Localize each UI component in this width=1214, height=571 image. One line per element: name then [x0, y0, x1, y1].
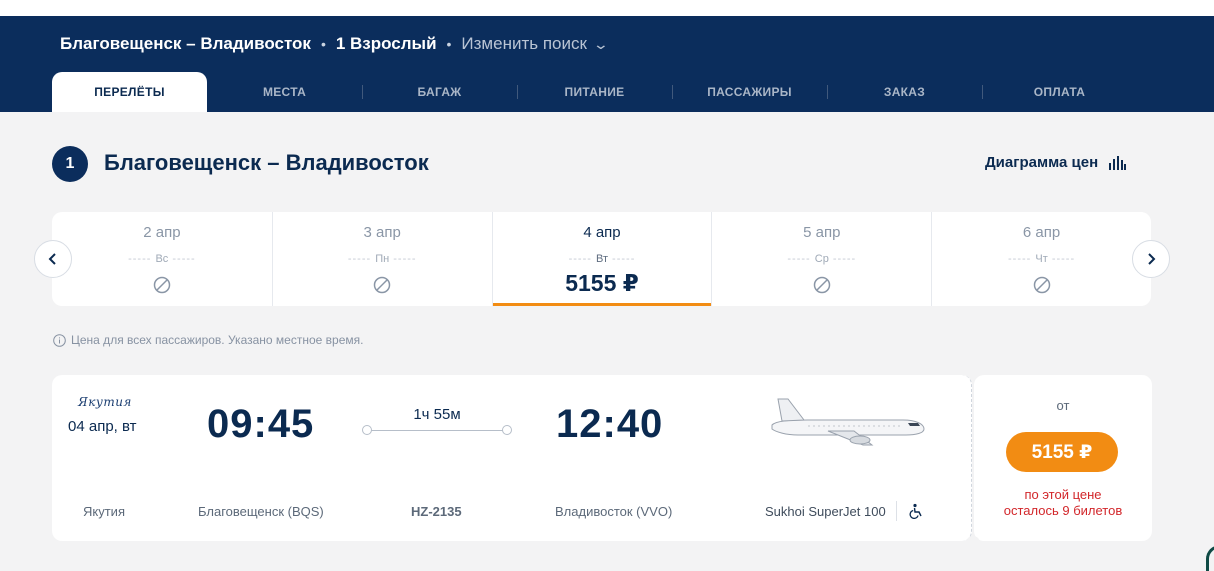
destination-airport: Владивосток (VVO) [555, 504, 673, 519]
tab-label: ПЕРЕЛЁТЫ [94, 85, 165, 99]
weekday-label: Вс [155, 253, 169, 265]
weekday-row: ----- Вс ----- [52, 253, 272, 265]
search-route: Благовещенск – Владивосток [60, 34, 311, 53]
airline-logo: Якутия [78, 395, 132, 409]
route-start-dot [362, 425, 372, 435]
date-label: 5 апр [803, 224, 841, 241]
tab-label: ЗАКАЗ [883, 85, 926, 99]
dash-left: ----- [347, 253, 376, 265]
next-dates-button[interactable] [1132, 240, 1170, 278]
departure-time: 09:45 [207, 402, 315, 446]
dash-right: ----- [608, 253, 636, 265]
tab-order[interactable]: ЗАКАЗ [827, 72, 983, 112]
header: Благовещенск – Владивосток • 1 Взрослый … [0, 16, 1214, 112]
change-search-link[interactable]: Изменить поиск [461, 34, 587, 54]
chat-widget-edge[interactable] [1206, 545, 1214, 571]
date-label: 6 апр [1022, 224, 1061, 241]
dash-right: ----- [389, 253, 417, 265]
weekday-label: Чт [1035, 253, 1048, 265]
price-note-line: осталось 9 билетов [1003, 503, 1123, 518]
date-option[interactable]: 6 апр ----- Чт ----- [931, 212, 1151, 306]
tab-label: МЕСТА [262, 85, 307, 99]
dash-left: ----- [568, 253, 596, 265]
arrival-time: 12:40 [556, 402, 664, 446]
no-flights-icon [1033, 276, 1050, 294]
dash-right: ----- [168, 253, 196, 265]
origin-airport: Благовещенск (BQS) [198, 504, 324, 519]
step-number-badge: 1 [52, 146, 88, 182]
dash-right: ----- [1047, 253, 1076, 265]
date-option-selected[interactable]: 4 апр ----- Вт ----- 5155 ₽ [491, 212, 712, 306]
date-label: 2 апр [143, 224, 181, 241]
weekday-label: Пн [375, 253, 390, 265]
tab-flights[interactable]: ПЕРЕЛЁТЫ [52, 72, 207, 112]
dash-left: ----- [128, 253, 156, 265]
tab-label: БАГАЖ [417, 85, 462, 99]
previous-dates-button[interactable] [34, 240, 72, 278]
seats-left-warning: по этой цене осталось 9 билетов [974, 487, 1152, 519]
page-title: Благовещенск – Владивосток [104, 150, 429, 175]
aircraft-image [771, 398, 925, 446]
tab-label: ПИТАНИЕ [564, 85, 625, 99]
dash-right: ----- [828, 253, 857, 265]
flight-number: HZ-2135 [411, 504, 462, 519]
date-price: 5155 ₽ [565, 270, 639, 296]
chevron-left-icon [48, 253, 56, 265]
weekday-label: Ср [814, 253, 829, 265]
ticket-notch [966, 536, 980, 546]
divider [896, 501, 897, 521]
tab-payment[interactable]: ОПЛАТА [982, 72, 1137, 112]
select-flight-price-button[interactable]: 5155 ₽ [1006, 432, 1118, 472]
price-chart-button[interactable]: Диаграмма цен [985, 154, 1127, 171]
date-label: 3 апр [363, 224, 401, 241]
weekday-label: Вт [595, 253, 608, 265]
price-chart-label: Диаграмма цен [985, 154, 1099, 171]
weekday-row: ----- Ср ----- [712, 253, 931, 265]
date-option[interactable]: 3 апр ----- Пн ----- [271, 212, 492, 306]
booking-steps-tabs: ПЕРЕЛЁТЫ МЕСТА БАГАЖ ПИТАНИЕ ПАССАЖИРЫ З… [52, 72, 1137, 112]
tab-baggage[interactable]: БАГАЖ [362, 72, 518, 112]
tab-meals[interactable]: ПИТАНИЕ [517, 72, 673, 112]
tab-label: ОПЛАТА [1033, 85, 1086, 99]
airline-name: Якутия [83, 504, 125, 519]
info-text: Цена для всех пассажиров. Указано местно… [71, 333, 364, 347]
weekday-row: ----- Пн ----- [273, 253, 492, 265]
weekday-row: ----- Вт ----- [493, 253, 712, 265]
wheelchair-icon [909, 503, 922, 519]
top-bar [0, 0, 1214, 16]
no-flights-icon [813, 276, 831, 294]
tab-seats[interactable]: МЕСТА [207, 72, 363, 112]
price-note-line: по этой цене [1024, 487, 1102, 502]
tab-passengers[interactable]: ПАССАЖИРЫ [672, 72, 828, 112]
bar-chart-icon [1109, 155, 1127, 170]
chevron-down-icon[interactable]: ⌄ [593, 36, 609, 53]
flight-date: 04 апр, вт [68, 418, 137, 435]
weekday-row: ----- Чт ----- [932, 253, 1151, 265]
dash-left: ----- [1008, 253, 1036, 265]
date-option[interactable]: 5 апр ----- Ср ----- [711, 212, 931, 306]
route-end-dot [502, 425, 512, 435]
info-icon [53, 333, 66, 347]
date-label: 4 апр [583, 224, 621, 241]
tab-label: ПАССАЖИРЫ [707, 85, 792, 99]
price-from-label: от [1056, 398, 1070, 413]
chevron-right-icon [1148, 253, 1156, 265]
no-flights-icon [153, 276, 171, 294]
aircraft-model: Sukhoi SuperJet 100 [765, 504, 886, 519]
flight-duration: 1ч 55м [413, 406, 461, 423]
date-selector: 2 апр ----- Вс ----- 3 апр ----- Пн ----… [52, 212, 1151, 306]
separator-dot: • [320, 36, 326, 52]
no-flights-icon [373, 276, 391, 294]
date-option[interactable]: 2 апр ----- Вс ----- [52, 212, 272, 306]
price-info-note: Цена для всех пассажиров. Указано местно… [53, 333, 363, 347]
separator-dot: • [446, 36, 452, 52]
dash-left: ----- [787, 253, 815, 265]
passengers-count: 1 Взрослый [335, 34, 437, 53]
route-line [367, 430, 507, 431]
search-summary: Благовещенск – Владивосток • 1 Взрослый … [60, 33, 609, 55]
